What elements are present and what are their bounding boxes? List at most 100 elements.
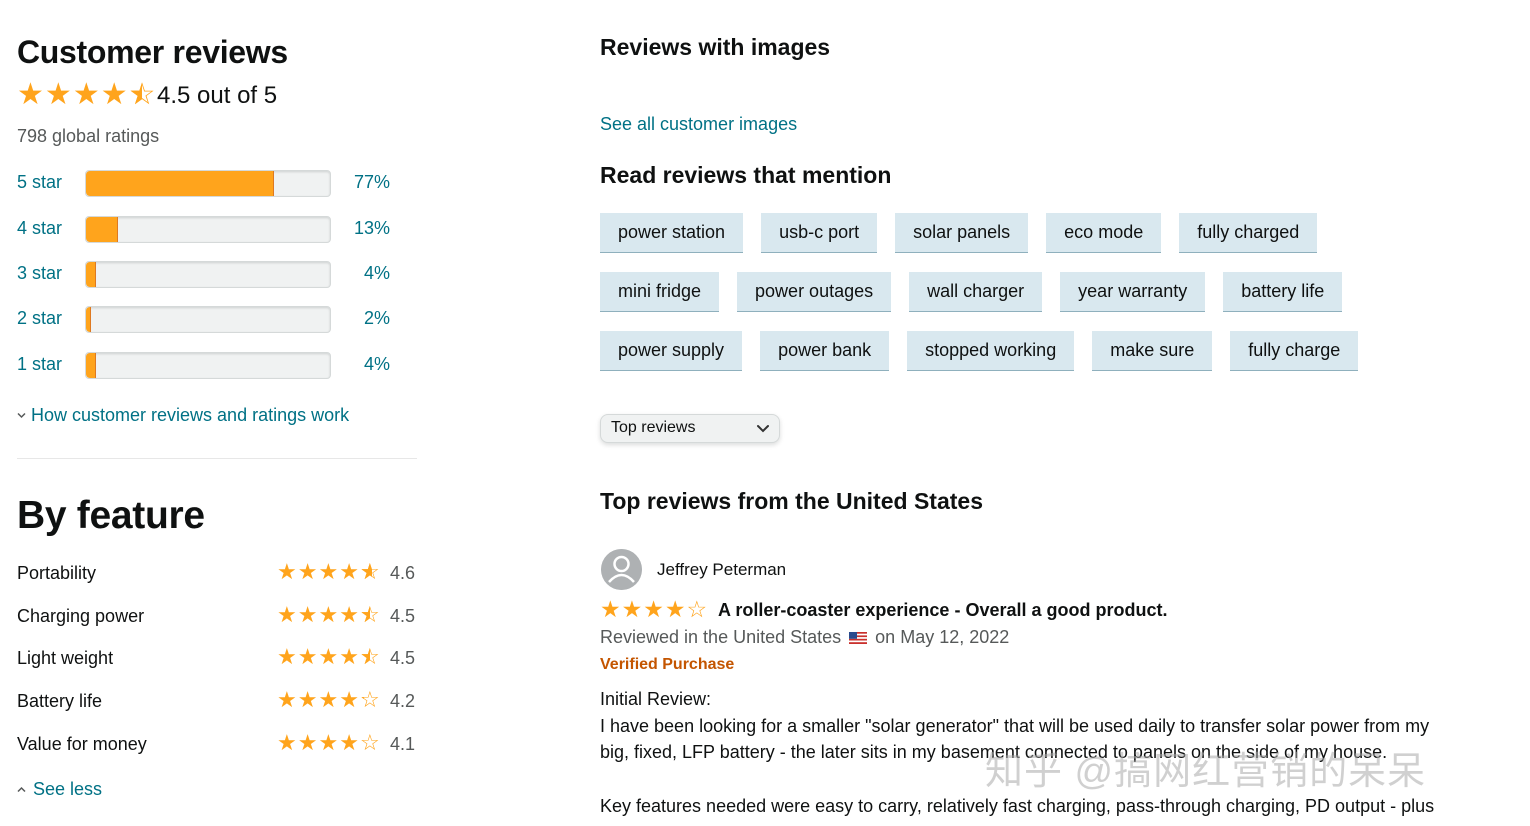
overall-rating-text: 4.5 out of 5 <box>157 82 278 109</box>
feature-name: Battery life <box>17 691 103 711</box>
review-rating-stars[interactable]: ★ ★ ★ ★ ☆ <box>600 598 707 621</box>
reviewer-name[interactable]: Jeffrey Peterman <box>657 560 786 580</box>
rating-histogram-row[interactable]: 2 star 2% <box>17 306 397 334</box>
feature-stars: ★★★★☆★ <box>277 561 380 583</box>
see-all-images-link[interactable]: See all customer images <box>600 114 797 135</box>
mention-chip[interactable]: power outages <box>737 272 892 312</box>
rating-histogram-row[interactable]: 3 star 4% <box>17 261 397 289</box>
histogram-percent[interactable]: 13% <box>330 218 390 239</box>
mention-chip[interactable]: wall charger <box>909 272 1043 312</box>
histogram-percent[interactable]: 77% <box>330 172 390 193</box>
histogram-bar[interactable] <box>85 352 331 379</box>
review-body-line: I have been looking for a smaller "solar… <box>600 715 1430 736</box>
star-icon: ★ <box>72 78 100 111</box>
star-icon: ★ <box>277 644 297 669</box>
star-icon: ★ <box>297 687 318 712</box>
star-icon: ★ <box>297 644 318 669</box>
star-icon: ★ <box>100 78 128 111</box>
mention-chip[interactable]: year warranty <box>1060 272 1206 312</box>
feature-name: Value for money <box>17 734 147 754</box>
histogram-star-label[interactable]: 1 star <box>17 354 62 375</box>
top-reviews-title: Top reviews from the United States <box>600 488 983 514</box>
feature-rating-value: 4.1 <box>390 734 416 754</box>
mention-chip[interactable]: power bank <box>760 331 890 371</box>
star-icon: ☆★ <box>359 644 380 669</box>
mention-chip[interactable]: fully charged <box>1179 213 1318 253</box>
histogram-bar[interactable] <box>85 216 331 243</box>
chevron-up-icon <box>17 777 29 798</box>
star-icon: ★ <box>297 602 318 627</box>
histogram-percent[interactable]: 4% <box>330 263 390 284</box>
sort-dropdown[interactable]: Top reviews <box>600 414 780 443</box>
review-body-line: Key features needed were easy to carry, … <box>600 795 1435 816</box>
feature-rating-value: 4.2 <box>390 691 416 711</box>
star-icon: ★ <box>664 596 686 622</box>
rating-histogram-row[interactable]: 1 star 4% <box>17 352 397 380</box>
feature-stars: ★★★★☆★ <box>277 689 380 711</box>
mention-chip[interactable]: power station <box>600 213 744 253</box>
histogram-bar-fill <box>86 307 91 332</box>
feature-rating-value: 4.5 <box>390 648 416 668</box>
histogram-percent[interactable]: 2% <box>330 308 390 329</box>
feature-stars: ★★★★☆★ <box>277 646 380 668</box>
star-icon: ☆ <box>686 596 708 622</box>
mention-chip[interactable]: make sure <box>1092 331 1213 371</box>
histogram-star-label[interactable]: 4 star <box>17 218 62 239</box>
star-icon: ★ <box>297 559 318 584</box>
histogram-star-label[interactable]: 2 star <box>17 308 62 329</box>
mention-chip[interactable]: power supply <box>600 331 743 371</box>
mention-chip-row: power station usb-c port solar panels eco m… <box>600 213 1500 253</box>
chevron-down-icon <box>755 420 771 436</box>
section-divider <box>17 458 417 459</box>
feature-stars: ★★★★☆★ <box>277 604 380 626</box>
histogram-star-label[interactable]: 5 star <box>17 172 62 193</box>
mention-chip[interactable]: eco mode <box>1046 213 1162 253</box>
feature-name: Light weight <box>17 648 114 668</box>
avatar <box>601 549 642 590</box>
star-icon: ★ <box>277 602 297 627</box>
how-reviews-work-link[interactable]: How customer reviews and ratings work <box>17 403 349 426</box>
histogram-bar-fill <box>86 171 274 196</box>
mention-chip-row: mini fridge power outages wall charger year… <box>600 272 1500 312</box>
see-less-link[interactable]: See less <box>17 777 102 800</box>
rating-histogram-row[interactable]: 5 star 77% <box>17 170 397 198</box>
feature-rating-row: Light weight★★★★☆★4.5 <box>17 646 417 672</box>
feature-rating-row: Portability ★ ★ ★ ★ ☆ ★ 4.6 <box>17 561 417 587</box>
star-icon: ★ <box>318 559 339 584</box>
mention-chip[interactable]: fully charge <box>1230 331 1359 371</box>
star-icon: ☆★ <box>359 687 380 712</box>
star-icon: ☆★ <box>359 559 380 584</box>
how-reviews-work-label: How customer reviews and ratings work <box>31 405 350 425</box>
star-icon: ☆★ <box>359 602 380 627</box>
histogram-bar-fill <box>86 262 96 287</box>
star-icon: ★ <box>297 730 318 755</box>
rating-histogram-row[interactable]: 4 star 13% <box>17 216 397 244</box>
mention-chip[interactable]: mini fridge <box>600 272 720 312</box>
star-icon: ★ <box>318 730 339 755</box>
feature-rating-row: Charging power★★★★☆★4.5 <box>17 604 417 630</box>
star-icon: ★ <box>339 559 359 584</box>
mention-chip[interactable]: stopped working <box>907 331 1075 371</box>
star-icon: ★ <box>339 602 359 627</box>
feature-rating-value: 4.6 <box>390 563 416 583</box>
histogram-bar[interactable] <box>85 170 331 197</box>
star-icon: ★ <box>277 687 297 712</box>
verified-purchase-badge: Verified Purchase <box>600 656 735 673</box>
histogram-star-label[interactable]: 3 star <box>17 263 62 284</box>
histogram-bar[interactable] <box>85 261 331 288</box>
mention-chip[interactable]: usb-c port <box>761 213 878 253</box>
sort-selected-label: Top reviews <box>611 419 696 436</box>
histogram-percent[interactable]: 4% <box>330 354 390 375</box>
histogram-bar[interactable] <box>85 306 331 333</box>
mention-chip-row: power supply power bank stopped working mak… <box>600 331 1500 371</box>
mention-chip[interactable]: battery life <box>1223 272 1343 312</box>
feature-rating-value: 4.5 <box>390 606 416 626</box>
mentions-title: Read reviews that mention <box>600 162 892 188</box>
see-less-label: See less <box>33 779 103 799</box>
review-title[interactable]: A roller-coaster experience - Overall a … <box>718 600 1167 621</box>
mention-chip[interactable]: solar panels <box>895 213 1029 253</box>
star-icon: ★ <box>277 730 297 755</box>
star-icon: ★ <box>643 596 664 622</box>
star-icon: ★ <box>44 78 72 111</box>
star-icon: ★ <box>339 687 359 712</box>
